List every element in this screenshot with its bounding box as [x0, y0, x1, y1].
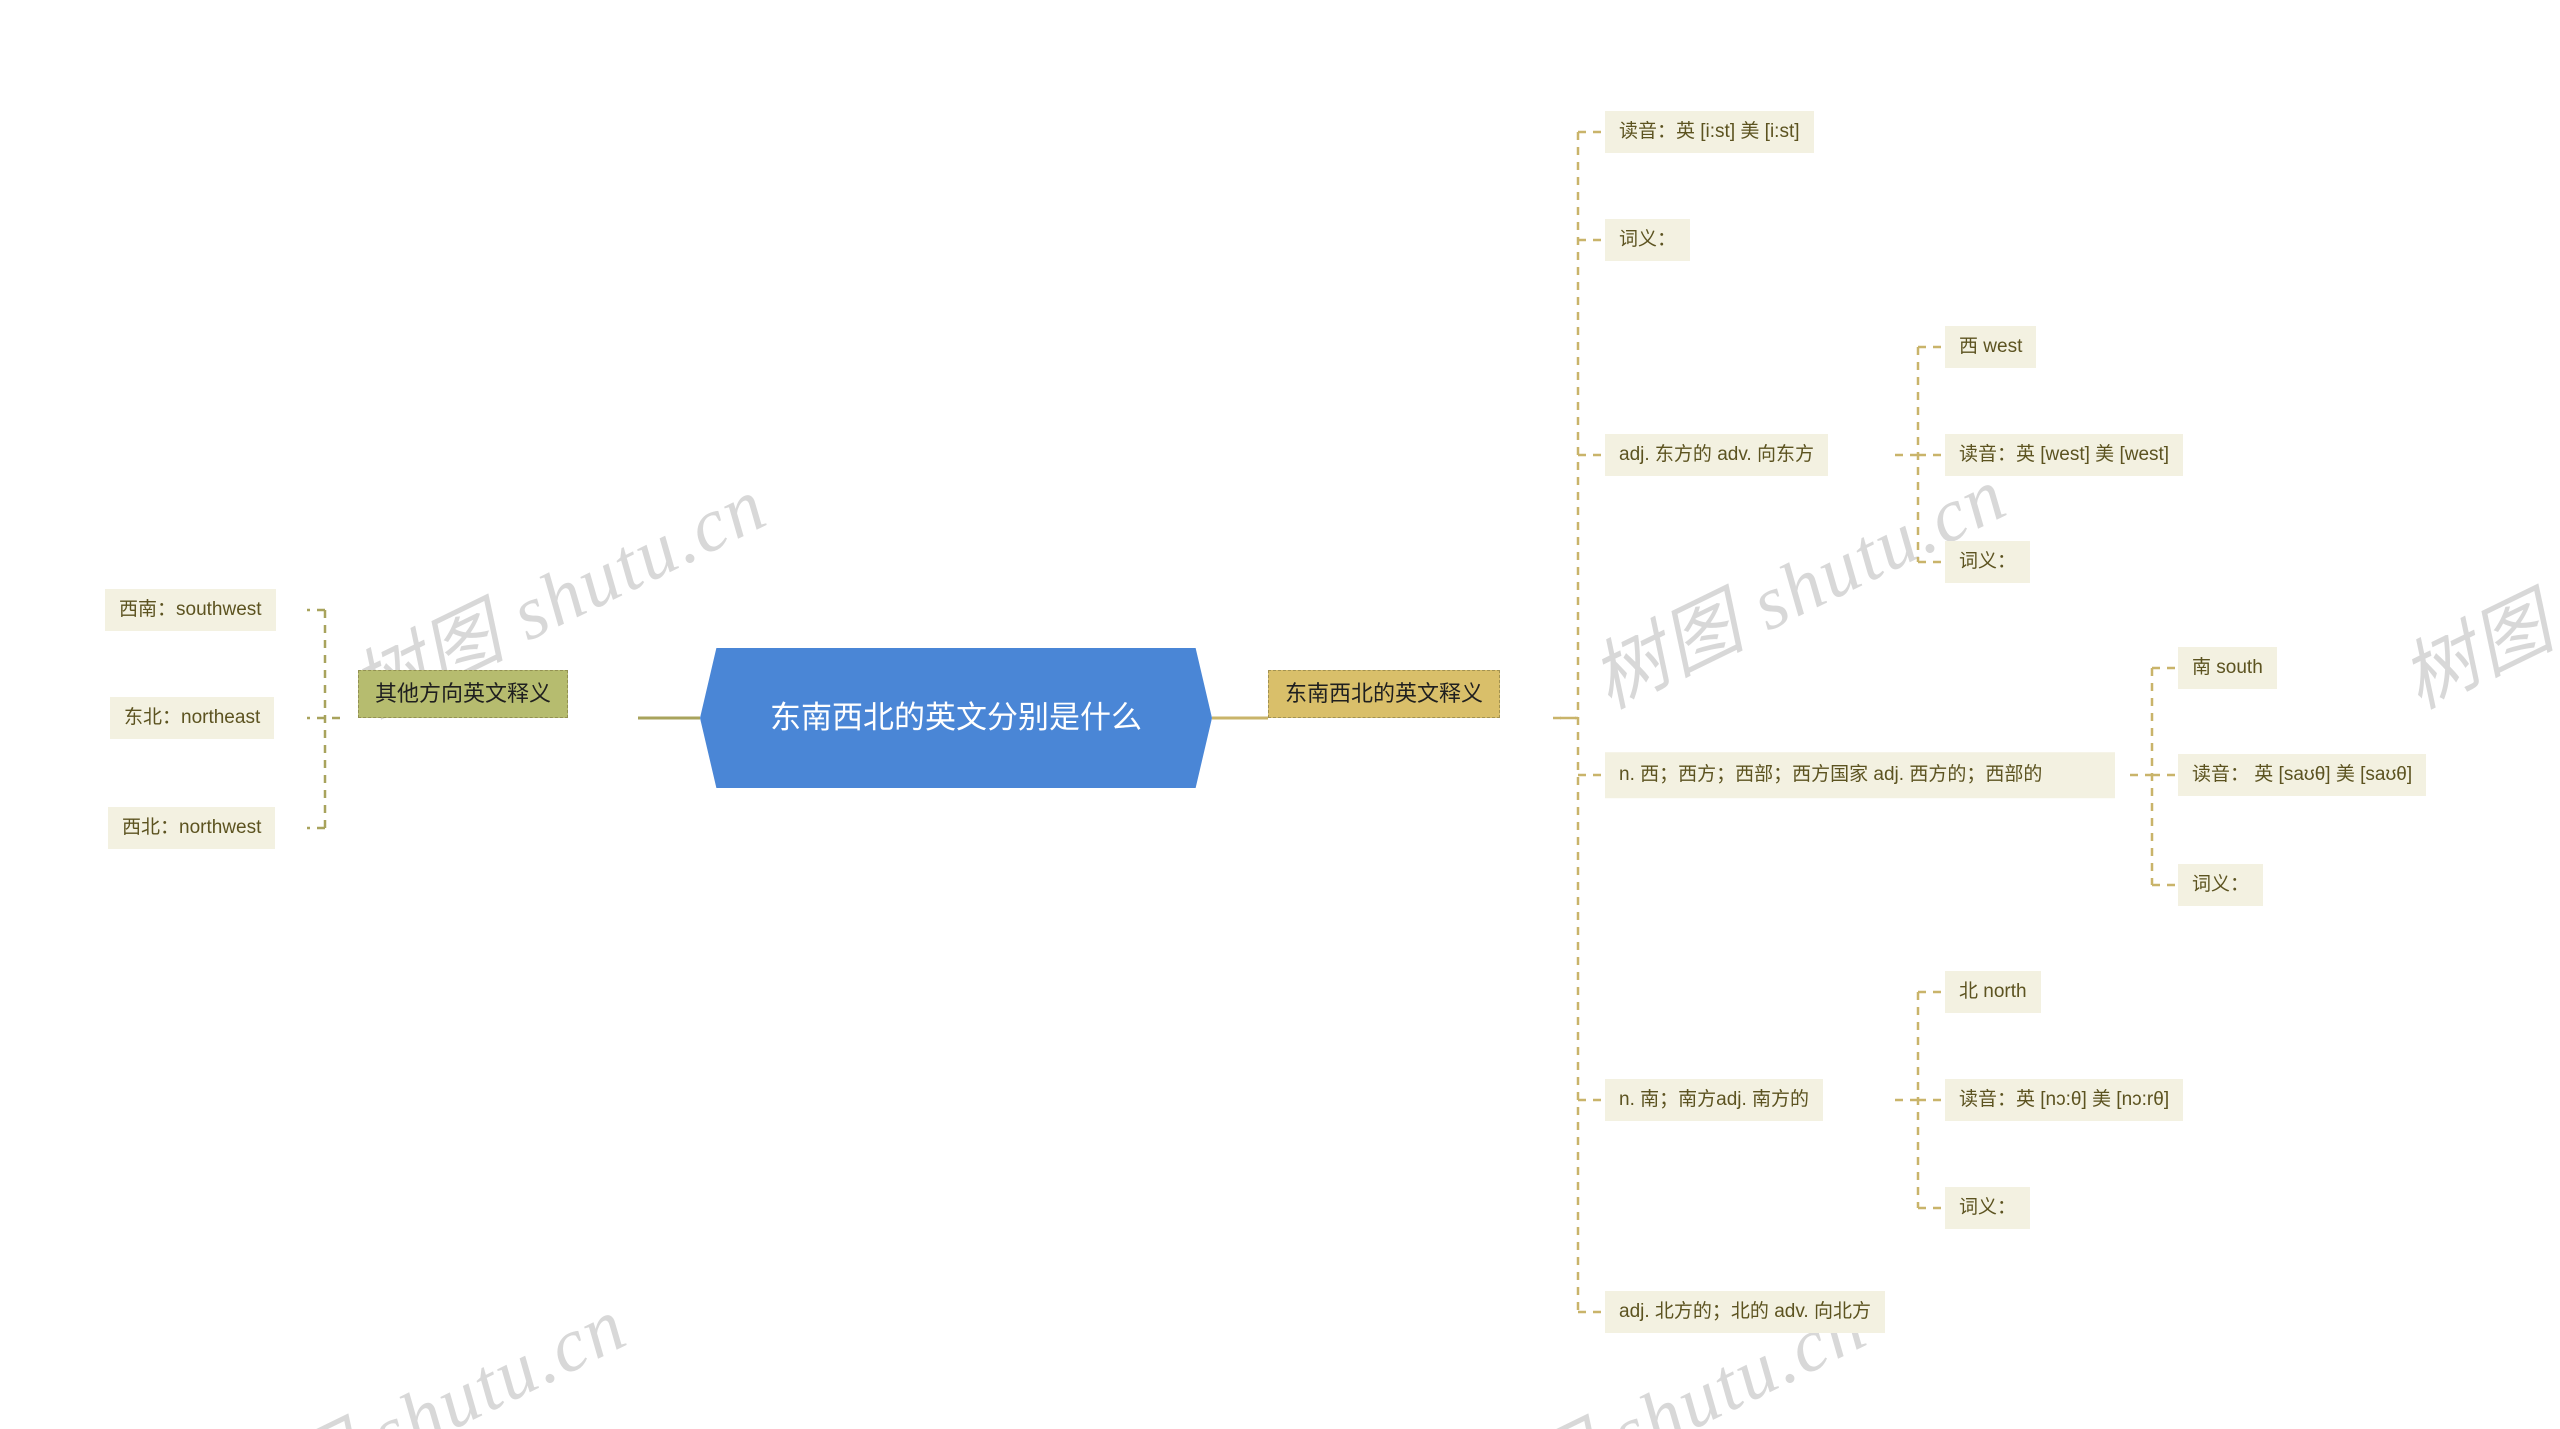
- node-south-word-label: 南 south: [2192, 657, 2263, 679]
- node-west-pos[interactable]: n. 西；西方；西部；西方国家 adj. 西方的；西部的: [1605, 752, 2115, 798]
- node-east-pronunciation[interactable]: 读音：英 [i:st] 美 [i:st]: [1605, 111, 1814, 153]
- leaf-northwest[interactable]: 西北：northwest: [108, 807, 276, 849]
- mindmap-canvas[interactable]: 树图 shutu.cn 树图 shutu.cn 树图 shutu.cn 树图 s…: [0, 0, 2560, 1429]
- node-south-definition-label: 词义：: [2192, 874, 2250, 896]
- branch-other-directions-label: 其他方向英文释义: [375, 681, 552, 707]
- node-north-pos[interactable]: adj. 北方的；北的 adv. 向北方: [1605, 1291, 1885, 1333]
- node-west-pronunciation[interactable]: 读音：英 [west] 美 [west]: [1945, 434, 2184, 476]
- node-east-pos-label: adj. 东方的 adv. 向东方: [1619, 444, 1814, 466]
- node-east-pronunciation-label: 读音：英 [i:st] 美 [i:st]: [1619, 121, 1800, 143]
- node-west-definition-label: 词义：: [1959, 551, 2017, 573]
- node-east-definition[interactable]: 词义：: [1605, 219, 1691, 261]
- node-west-pos-label: n. 西；西方；西部；西方国家 adj. 西方的；西部的: [1619, 764, 2043, 786]
- branch-english-meanings-label: 东南西北的英文释义: [1285, 681, 1484, 707]
- branch-other-directions[interactable]: 其他方向英文释义: [358, 670, 569, 718]
- leaf-southwest-label: 西南：southwest: [119, 599, 262, 621]
- node-south-pos[interactable]: n. 南；南方adj. 南方的: [1605, 1079, 1824, 1121]
- root-node[interactable]: 东南西北的英文分别是什么: [700, 648, 1212, 788]
- node-south-pronunciation[interactable]: 读音： 英 [saʊθ] 美 [saʊθ]: [2178, 754, 2427, 796]
- node-east-definition-label: 词义：: [1619, 229, 1677, 251]
- node-south-definition[interactable]: 词义：: [2178, 864, 2264, 906]
- node-west-pronunciation-label: 读音：英 [west] 美 [west]: [1959, 444, 2170, 466]
- root-node-label: 东南西北的英文分别是什么: [770, 699, 1142, 735]
- node-north-pronunciation-label: 读音：英 [nɔ:θ] 美 [nɔ:rθ]: [1959, 1089, 2170, 1111]
- node-north-definition[interactable]: 词义：: [1945, 1187, 2031, 1229]
- node-west-definition[interactable]: 词义：: [1945, 541, 2031, 583]
- leaf-southwest[interactable]: 西南：southwest: [105, 589, 276, 631]
- node-south-word[interactable]: 南 south: [2178, 647, 2277, 689]
- leaf-northwest-label: 西北：northwest: [122, 817, 262, 839]
- node-east-pos[interactable]: adj. 东方的 adv. 向东方: [1605, 434, 1828, 476]
- node-north-pronunciation[interactable]: 读音：英 [nɔ:θ] 美 [nɔ:rθ]: [1945, 1079, 2184, 1121]
- node-west-word[interactable]: 西 west: [1945, 326, 2037, 368]
- branch-english-meanings[interactable]: 东南西北的英文释义: [1268, 670, 1501, 718]
- node-north-definition-label: 词义：: [1959, 1197, 2017, 1219]
- node-south-pos-label: n. 南；南方adj. 南方的: [1619, 1089, 1810, 1111]
- watermark: 树图 shutu.cn: [199, 1282, 640, 1429]
- node-west-word-label: 西 west: [1959, 336, 2023, 358]
- node-north-word[interactable]: 北 north: [1945, 971, 2041, 1013]
- leaf-northeast-label: 东北：northeast: [124, 707, 261, 729]
- node-north-pos-label: adj. 北方的；北的 adv. 向北方: [1619, 1301, 1871, 1323]
- leaf-northeast[interactable]: 东北：northeast: [110, 697, 275, 739]
- watermark: 树图 shutu.cn: [2389, 452, 2560, 725]
- node-north-word-label: 北 north: [1959, 981, 2027, 1003]
- node-south-pronunciation-label: 读音： 英 [saʊθ] 美 [saʊθ]: [2192, 764, 2413, 786]
- watermark: 树图 shutu.cn: [1439, 1282, 1880, 1429]
